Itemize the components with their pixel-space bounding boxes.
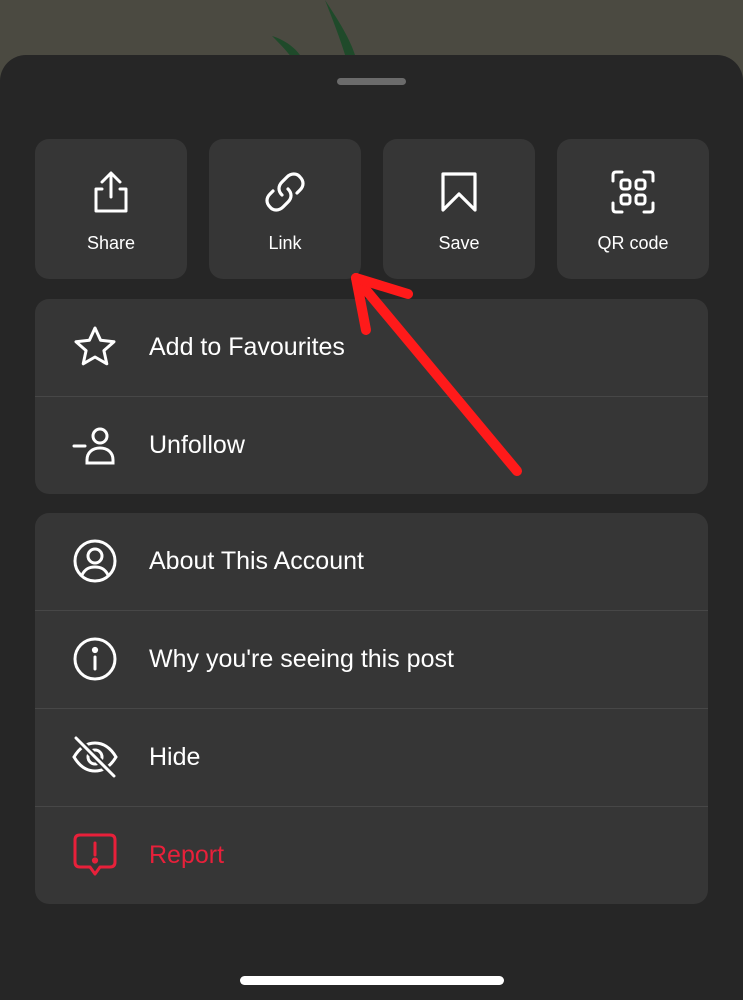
unfollow-label: Unfollow	[149, 431, 245, 459]
primary-options-group: Add to Favourites Unfollow	[35, 299, 708, 494]
share-label: Share	[86, 233, 136, 253]
hide-label: Hide	[149, 743, 201, 771]
link-icon	[209, 169, 361, 215]
account-icon	[71, 537, 119, 585]
about-this-account-item[interactable]: About This Account	[35, 513, 708, 610]
save-label: Save	[438, 233, 480, 253]
save-button[interactable]: Save	[383, 139, 535, 279]
why-seeing-post-item[interactable]: Why you're seeing this post	[35, 610, 708, 708]
report-item[interactable]: Report	[35, 806, 708, 904]
info-icon	[71, 635, 119, 683]
share-button[interactable]: Share	[35, 139, 187, 279]
link-button[interactable]: Link	[209, 139, 361, 279]
eye-off-icon	[71, 733, 119, 781]
star-icon	[71, 323, 119, 371]
qr-code-button[interactable]: QR code	[557, 139, 709, 279]
sheet-drag-handle[interactable]	[337, 78, 406, 85]
why-seeing-post-label: Why you're seeing this post	[149, 645, 454, 673]
unfollow-item[interactable]: Unfollow	[35, 396, 708, 494]
about-this-account-label: About This Account	[149, 547, 364, 575]
secondary-options-group: About This Account Why you're seeing thi…	[35, 513, 708, 904]
report-label: Report	[149, 841, 225, 869]
link-label: Link	[268, 233, 302, 253]
hide-item[interactable]: Hide	[35, 708, 708, 806]
bookmark-icon	[383, 169, 535, 215]
add-to-favourites-label: Add to Favourites	[149, 333, 345, 361]
qr-code-icon	[557, 169, 709, 215]
unfollow-icon	[71, 421, 119, 469]
home-indicator[interactable]	[240, 976, 504, 985]
report-icon	[71, 831, 119, 879]
add-to-favourites-item[interactable]: Add to Favourites	[35, 299, 708, 396]
share-icon	[35, 169, 187, 215]
qr-code-label: QR code	[597, 233, 669, 253]
